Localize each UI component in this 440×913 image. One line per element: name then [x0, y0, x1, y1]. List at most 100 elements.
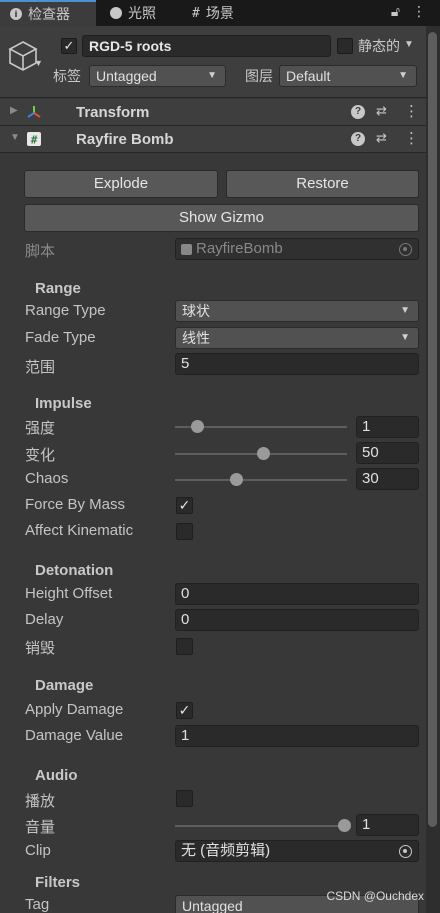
tag-label: 标签 — [53, 68, 81, 84]
script-label: 脚本 — [25, 243, 56, 260]
audio-section-title: Audio — [35, 767, 78, 784]
chevron-down-icon: ▼ — [400, 305, 410, 316]
strength-slider-handle[interactable] — [191, 420, 204, 433]
chaos-field[interactable]: 30 — [356, 468, 419, 490]
watermark: CSDN @Ouchdex — [326, 889, 424, 903]
script-field: RayfireBomb — [175, 238, 419, 260]
object-header: ▼ ✓ RGD-5 roots 静态的 ▼ 标签 Untagged ▼ 图层 D… — [0, 26, 440, 98]
impulse-section-title: Impulse — [35, 395, 92, 412]
transform-title: Transform — [76, 104, 150, 121]
rayfire-bomb-title: Rayfire Bomb — [76, 131, 174, 148]
icon-dropdown-caret[interactable]: ▼ — [34, 58, 43, 68]
volume-slider-handle[interactable] — [338, 819, 351, 832]
chaos-slider-track[interactable] — [175, 479, 347, 481]
help-icon[interactable]: ? — [351, 105, 365, 119]
tab-inspector-label: 检查器 — [28, 6, 70, 22]
range-section-title: Range — [35, 280, 81, 297]
volume-slider-track[interactable] — [175, 825, 347, 827]
tab-bar: i 检查器 光照 # 场景 🔓︎ ⋮ — [0, 0, 440, 26]
show-gizmo-button[interactable]: Show Gizmo — [24, 204, 419, 232]
filter-tag-label: Tag — [25, 896, 50, 913]
destroy-checkbox[interactable] — [176, 638, 193, 655]
variation-label: 变化 — [25, 447, 56, 464]
lightbulb-icon — [110, 7, 122, 19]
fade-type-label: Fade Type — [25, 329, 96, 346]
filter-tag-value: Untagged — [182, 898, 243, 913]
force-by-mass-checkbox[interactable]: ✓ — [176, 497, 193, 514]
range-type-dropdown[interactable]: 球状 ▼ — [175, 300, 419, 322]
script-file-icon — [181, 244, 192, 255]
height-offset-label: Height Offset — [25, 585, 113, 602]
fade-type-value: 线性 — [182, 330, 210, 346]
static-dropdown-caret[interactable]: ▼ — [404, 39, 414, 50]
range-label: 范围 — [25, 359, 56, 376]
object-picker-icon[interactable] — [399, 845, 412, 858]
clip-field[interactable]: 无 (音频剪辑) — [175, 840, 419, 862]
preset-icon[interactable]: ⇄ — [376, 130, 387, 146]
apply-damage-label: Apply Damage — [25, 701, 124, 718]
variation-slider-handle[interactable] — [257, 447, 270, 460]
force-by-mass-label: Force By Mass — [25, 496, 126, 513]
lock-icon[interactable]: 🔓︎ — [391, 3, 400, 20]
active-checkbox[interactable]: ✓ — [61, 38, 77, 54]
transform-component-header[interactable]: ▶ Transform ? ⇄ ⋮ — [0, 99, 426, 126]
height-offset-field[interactable]: 0 — [175, 583, 419, 605]
tag-dropdown[interactable]: Untagged ▼ — [89, 65, 226, 87]
script-value: RayfireBomb — [196, 240, 283, 257]
chevron-down-icon: ▼ — [400, 332, 410, 343]
more-options-icon[interactable]: ⋮ — [404, 102, 419, 120]
vertical-scrollbar[interactable] — [426, 26, 440, 913]
filters-section-title: Filters — [35, 874, 81, 891]
restore-button[interactable]: Restore — [226, 170, 419, 198]
apply-damage-checkbox[interactable]: ✓ — [176, 702, 193, 719]
chevron-down-icon: ▼ — [207, 70, 217, 81]
clip-value: 无 (音频剪辑) — [181, 842, 271, 859]
chevron-down-icon: ▼ — [398, 70, 408, 81]
strength-field[interactable]: 1 — [356, 416, 419, 438]
tab-inspector[interactable]: i 检查器 — [0, 0, 96, 26]
static-checkbox[interactable] — [337, 38, 353, 54]
layer-value: Default — [286, 68, 331, 84]
object-picker-icon — [399, 243, 412, 256]
delay-label: Delay — [25, 611, 64, 628]
layer-label: 图层 — [245, 68, 273, 84]
rayfire-bomb-component-header[interactable]: ▼ # Rayfire Bomb ? ⇄ ⋮ — [0, 126, 426, 153]
fold-arrow-icon[interactable]: ▶ — [10, 105, 18, 116]
range-field[interactable]: 5 — [175, 353, 419, 375]
layer-dropdown[interactable]: Default ▼ — [279, 65, 417, 87]
tab-lighting-label: 光照 — [128, 5, 156, 21]
scrollbar-thumb[interactable] — [428, 32, 437, 827]
detonation-section-title: Detonation — [35, 562, 114, 579]
affect-kinematic-checkbox[interactable] — [176, 523, 193, 540]
tab-lighting[interactable]: 光照 — [100, 0, 166, 26]
delay-field[interactable]: 0 — [175, 609, 419, 631]
play-checkbox[interactable] — [176, 790, 193, 807]
damage-section-title: Damage — [35, 677, 94, 694]
damage-value-field[interactable]: 1 — [175, 725, 419, 747]
volume-field[interactable]: 1 — [356, 814, 419, 836]
chaos-label: Chaos — [25, 470, 69, 487]
help-icon[interactable]: ? — [351, 132, 365, 146]
chaos-slider-handle[interactable] — [230, 473, 243, 486]
damage-value-label: Damage Value — [25, 727, 124, 744]
preset-icon[interactable]: ⇄ — [376, 103, 387, 119]
transform-axes-icon — [27, 106, 41, 118]
destroy-label: 销毁 — [25, 640, 56, 657]
explode-button[interactable]: Explode — [24, 170, 218, 198]
variation-field[interactable]: 50 — [356, 442, 419, 464]
range-type-label: Range Type — [25, 302, 106, 319]
fade-type-dropdown[interactable]: 线性 ▼ — [175, 327, 419, 349]
affect-kinematic-label: Affect Kinematic — [25, 522, 134, 539]
more-options-icon[interactable]: ⋮ — [412, 3, 426, 20]
tab-scene[interactable]: # 场景 — [182, 0, 244, 26]
tag-value: Untagged — [96, 68, 157, 84]
clip-label: Clip — [25, 842, 51, 859]
more-options-icon[interactable]: ⋮ — [404, 129, 419, 147]
range-type-value: 球状 — [182, 303, 210, 319]
play-label: 播放 — [25, 793, 56, 810]
object-name-field[interactable]: RGD-5 roots — [82, 35, 331, 57]
fold-arrow-icon[interactable]: ▼ — [10, 132, 20, 143]
hash-icon: # — [192, 5, 200, 21]
tab-scene-label: 场景 — [205, 5, 234, 21]
script-hash-icon: # — [27, 132, 41, 147]
